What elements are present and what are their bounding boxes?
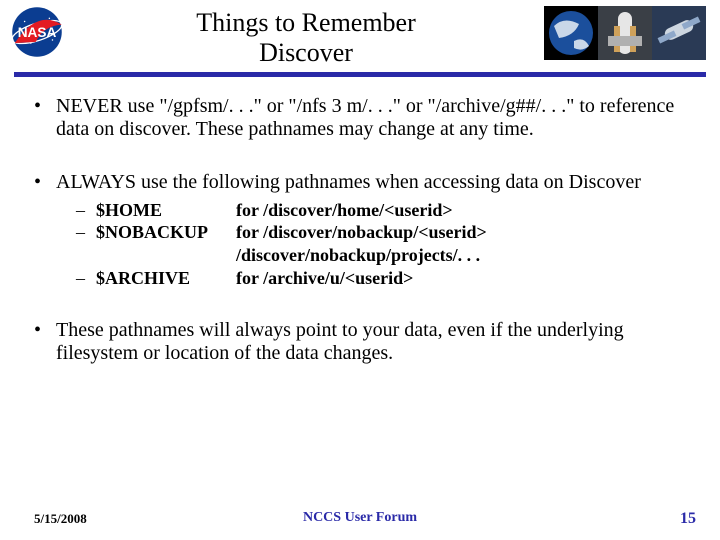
shuttle-image-icon — [598, 6, 652, 60]
bullet-pointer-text: These pathnames will always point to you… — [56, 319, 624, 364]
svg-text:NASA: NASA — [18, 25, 57, 40]
slide-body: NEVER use "/gpfsm/. . ." or "/nfs 3 m/. … — [0, 77, 720, 365]
path-nobackup-projects: X /discover/nobackup/projects/. . . — [76, 245, 690, 266]
bullet-always-text: ALWAYS use the following pathnames when … — [56, 171, 641, 193]
path-home-text: for /discover/home/<userid> — [236, 200, 453, 221]
var-archive: $ARCHIVE — [96, 268, 236, 289]
footer-center: NCCS User Forum — [303, 510, 417, 526]
path-nobackup: $NOBACKUP for /discover/nobackup/<userid… — [76, 222, 690, 243]
path-archive-text: for /archive/u/<userid> — [236, 268, 413, 289]
title-line-2: Discover — [68, 38, 544, 68]
footer-page-number: 15 — [680, 510, 696, 528]
bullet-always: ALWAYS use the following pathnames when … — [30, 171, 690, 289]
bullet-never-text: NEVER use "/gpfsm/. . ." or "/nfs 3 m/. … — [56, 95, 674, 140]
path-list: $HOME for /discover/home/<userid> $NOBAC… — [76, 200, 690, 289]
path-home: $HOME for /discover/home/<userid> — [76, 200, 690, 221]
var-home: $HOME — [96, 200, 236, 221]
var-nobackup: $NOBACKUP — [96, 222, 236, 243]
header-images — [544, 6, 706, 60]
nasa-logo: NASA — [6, 6, 68, 58]
hubble-image-icon — [652, 6, 706, 60]
path-archive: $ARCHIVE for /archive/u/<userid> — [76, 268, 690, 289]
footer-date: 5/15/2008 — [34, 511, 87, 527]
bullet-list: NEVER use "/gpfsm/. . ." or "/nfs 3 m/. … — [30, 95, 690, 365]
path-nobackup-projects-text: /discover/nobackup/projects/. . . — [236, 245, 480, 266]
slide-footer: 5/15/2008 NCCS User Forum 15 — [0, 510, 720, 528]
slide-title: Things to Remember Discover — [68, 6, 544, 68]
bullet-never: NEVER use "/gpfsm/. . ." or "/nfs 3 m/. … — [30, 95, 690, 141]
bullet-pointer: These pathnames will always point to you… — [30, 319, 690, 365]
slide-header: NASA Things to Remember Discover — [0, 0, 720, 68]
path-nobackup-text: for /discover/nobackup/<userid> — [236, 222, 487, 243]
title-line-1: Things to Remember — [68, 8, 544, 38]
earth-image-icon — [544, 6, 598, 60]
